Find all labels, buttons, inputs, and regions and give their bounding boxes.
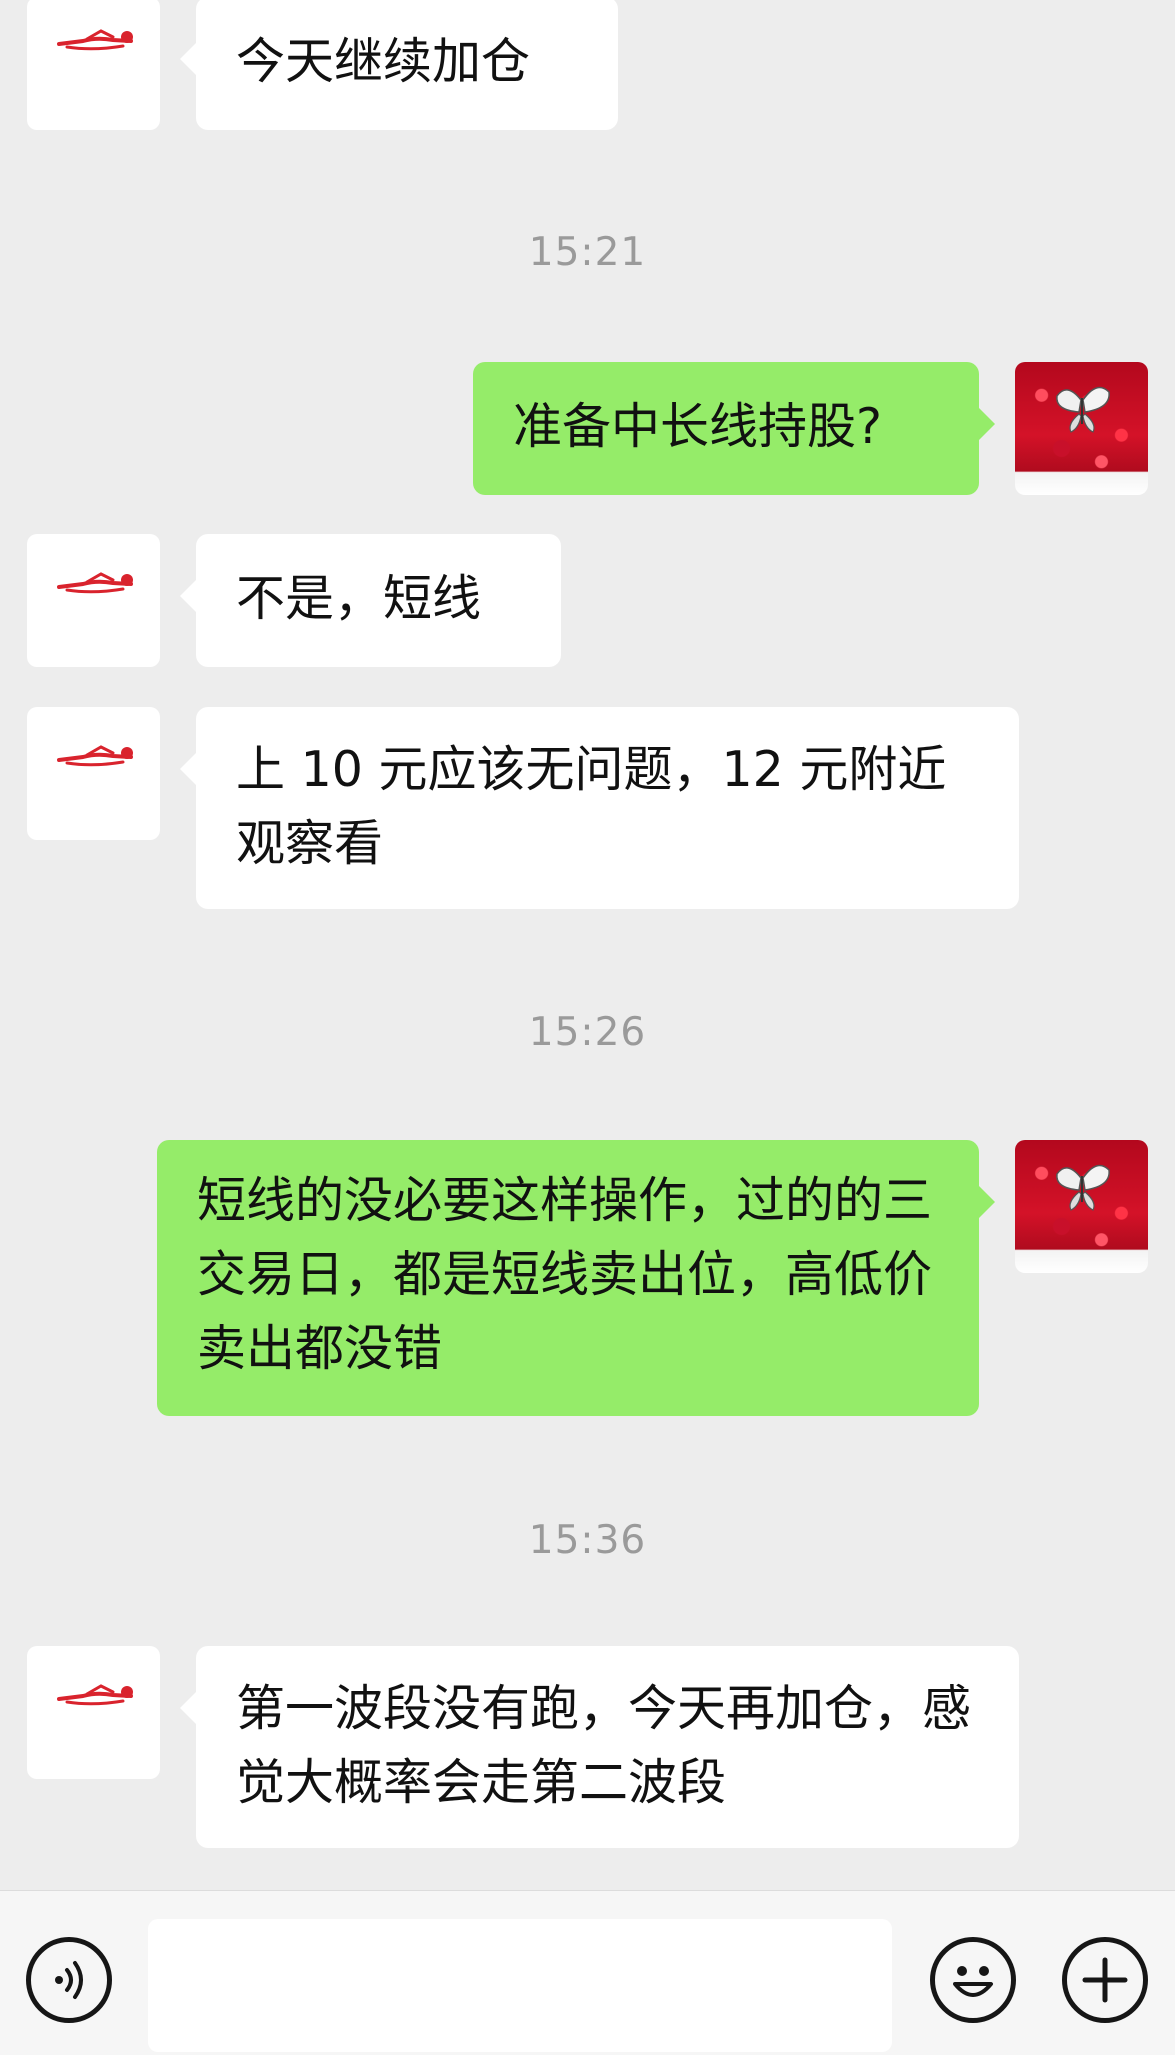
message-bubble[interactable]: 第一波段没有跑，今天再加仓，感觉大概率会走第二波段 (180, 1646, 1019, 1848)
message-bubble[interactable]: 今天继续加仓 (180, 0, 618, 130)
timestamp: 15:26 (528, 1010, 647, 1055)
voice-icon (55, 1961, 83, 1999)
plus-icon (1082, 1957, 1128, 2003)
message-incoming: 今天继续加仓 (27, 0, 618, 130)
message-bubble[interactable]: 上 10 元应该无问题，12 元附近观察看 (180, 707, 1019, 909)
message-text: 不是，短线 (236, 570, 482, 627)
butterfly-icon (1056, 1164, 1110, 1211)
contact-avatar[interactable] (27, 0, 160, 130)
contact-avatar[interactable] (27, 534, 160, 667)
contact-avatar[interactable] (27, 1646, 160, 1779)
chat-screen: 今天继续加仓 15:21 准备中长线持股? 不是，短线 上 10 元应该无问题，… (0, 0, 1175, 2055)
swimmer-logo-icon (57, 572, 133, 594)
swimmer-logo-icon (57, 29, 133, 51)
message-text: 准备中长线持股? (513, 398, 883, 455)
message-bubble[interactable]: 不是，短线 (180, 534, 561, 667)
message-input[interactable] (148, 1919, 892, 2052)
voice-button[interactable] (26, 1937, 112, 2023)
swimmer-logo-icon (57, 1684, 133, 1706)
message-bubble[interactable]: 短线的没必要这样操作，过的的三交易日，都是短线卖出位，高低价卖出都没错 (157, 1140, 995, 1416)
message-bubble[interactable]: 准备中长线持股? (473, 362, 995, 495)
message-text: 上 10 元应该无问题，12 元附近观察看 (236, 741, 947, 872)
more-button[interactable] (1062, 1937, 1148, 2023)
message-text: 第一波段没有跑，今天再加仓，感觉大概率会走第二波段 (236, 1680, 972, 1811)
butterfly-icon (1056, 386, 1110, 433)
message-text: 今天继续加仓 (236, 33, 531, 90)
chat-input-bar (0, 1890, 1175, 2055)
emoji-icon (953, 1966, 993, 1997)
timestamp: 15:36 (528, 1518, 647, 1563)
message-outgoing: 短线的没必要这样操作，过的的三交易日，都是短线卖出位，高低价卖出都没错 (157, 1140, 1148, 1416)
user-avatar[interactable] (1015, 1140, 1148, 1273)
message-incoming: 第一波段没有跑，今天再加仓，感觉大概率会走第二波段 (27, 1646, 1019, 1848)
timestamp: 15:21 (528, 230, 647, 275)
message-incoming: 上 10 元应该无问题，12 元附近观察看 (27, 707, 1019, 909)
contact-avatar[interactable] (27, 707, 160, 840)
user-avatar[interactable] (1015, 362, 1148, 495)
message-incoming: 不是，短线 (27, 534, 561, 667)
message-outgoing: 准备中长线持股? (473, 362, 1148, 495)
message-text: 短线的没必要这样操作，过的的三交易日，都是短线卖出位，高低价卖出都没错 (197, 1172, 933, 1377)
emoji-button[interactable] (930, 1937, 1016, 2023)
swimmer-logo-icon (57, 745, 133, 767)
